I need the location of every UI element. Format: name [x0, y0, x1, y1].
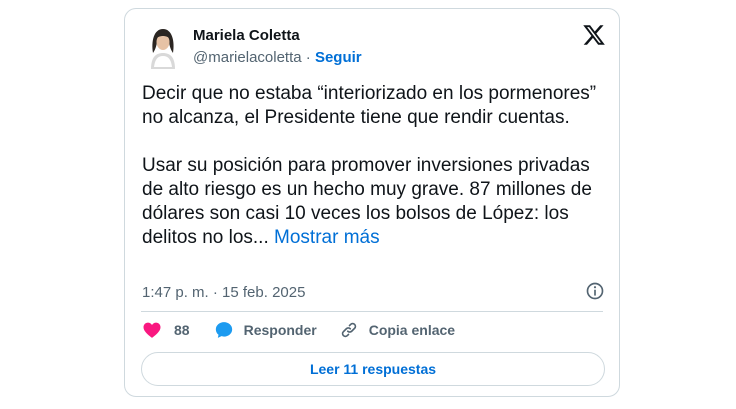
author-handle-row: @marielacoletta · Seguir [193, 48, 362, 68]
action-bar: 88 Responder Copia enlace [142, 320, 455, 340]
like-count: 88 [174, 322, 190, 338]
follow-button[interactable]: Seguir [315, 49, 362, 66]
reply-label: Responder [243, 322, 317, 338]
reply-button[interactable]: Responder [214, 320, 339, 340]
tweet-text: Decir que no estaba “interiorizado en lo… [142, 82, 612, 250]
heart-icon [143, 322, 161, 338]
like-button[interactable]: 88 [142, 320, 214, 340]
author-name[interactable]: Mariela Coletta [193, 26, 300, 46]
show-more-link[interactable]: Mostrar más [274, 227, 380, 248]
avatar[interactable] [145, 23, 181, 69]
tweet-paragraph-2: Usar su posición para promover inversion… [142, 154, 612, 250]
info-icon[interactable] [585, 281, 605, 301]
divider [141, 311, 603, 312]
tweet-timestamp[interactable]: 1:47 p. m. · 15 feb. 2025 [142, 283, 305, 303]
copy-link-label: Copia enlace [368, 322, 456, 338]
tweet-card: Mariela Coletta @marielacoletta · Seguir… [124, 8, 620, 397]
author-handle[interactable]: @marielacoletta [193, 49, 302, 66]
tweet-paragraph-1: Decir que no estaba “interiorizado en lo… [142, 83, 597, 128]
copy-link-button[interactable]: Copia enlace [339, 320, 455, 340]
speech-bubble-icon [215, 322, 232, 338]
handle-separator: · [305, 49, 311, 66]
read-replies-button[interactable]: Leer 11 respuestas [141, 352, 605, 386]
x-logo-icon[interactable] [582, 23, 606, 47]
link-icon [341, 322, 356, 338]
